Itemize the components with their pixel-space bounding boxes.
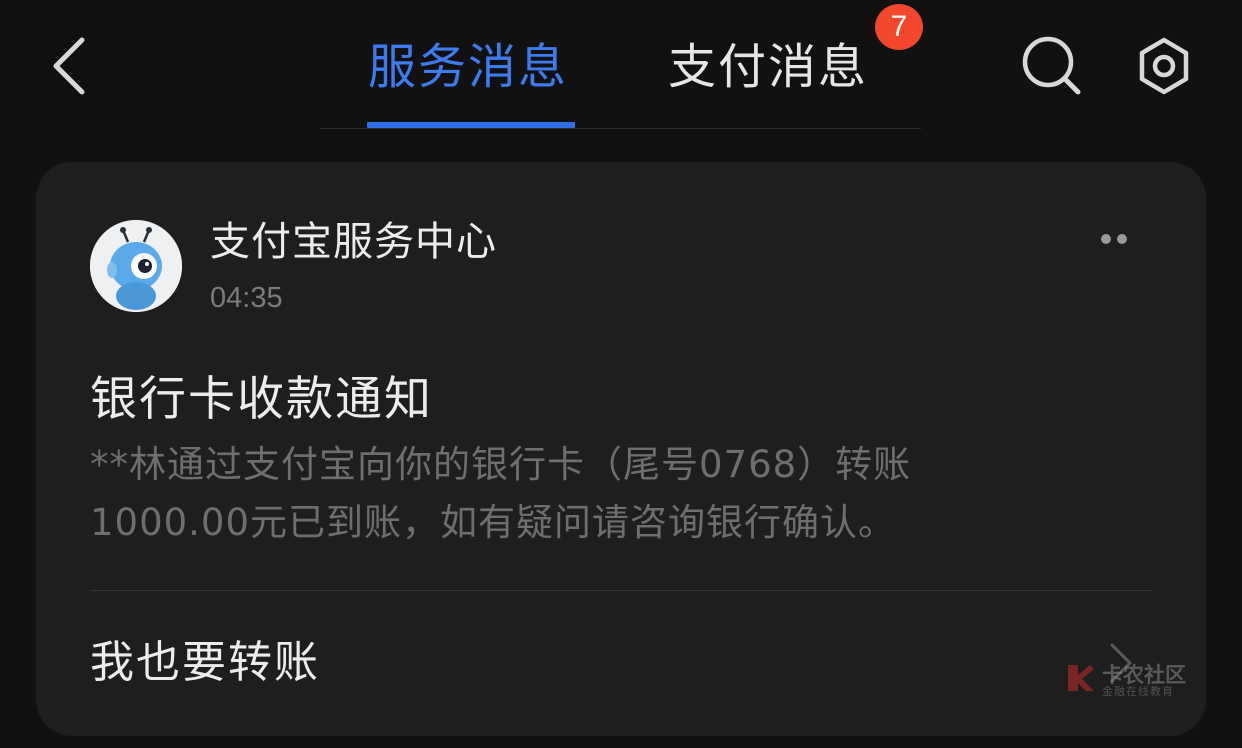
tab-payment-messages[interactable]: 支付消息 <box>668 34 868 104</box>
watermark-logo-icon <box>1068 665 1094 691</box>
sender-avatar <box>90 220 182 312</box>
transfer-action-row[interactable]: 我也要转账 卡农社区 金融在线教育 <box>36 591 1206 736</box>
top-bar: 服务消息 支付消息 7 <box>0 0 1242 140</box>
search-button[interactable] <box>1020 34 1084 98</box>
gear-icon <box>1139 37 1189 95</box>
message-timestamp: 04:35 <box>210 282 283 314</box>
more-options-button[interactable] <box>1094 224 1134 254</box>
tabs-divider <box>320 128 921 129</box>
unread-count-badge: 7 <box>875 4 923 50</box>
watermark-subtitle: 金融在线教育 <box>1102 685 1174 698</box>
back-icon <box>53 37 85 95</box>
settings-button[interactable] <box>1132 34 1196 98</box>
tab-service-messages[interactable]: 服务消息 <box>368 34 568 104</box>
more-dot-icon <box>1101 234 1111 244</box>
message-card[interactable]: 支付宝服务中心 04:35 银行卡收款通知 **林通过支付宝向你的银行卡（尾号0… <box>36 162 1206 736</box>
watermark: 卡农社区 金融在线教育 <box>1066 661 1186 701</box>
back-button[interactable] <box>40 30 100 102</box>
message-body: **林通过支付宝向你的银行卡（尾号0768）转账1000.00元已到账，如有疑问… <box>90 443 912 544</box>
sender-name: 支付宝服务中心 <box>210 219 497 265</box>
message-title: 银行卡收款通知 <box>90 372 433 427</box>
more-dot-icon <box>1117 234 1127 244</box>
search-icon <box>1022 36 1081 95</box>
transfer-action-label: 我也要转账 <box>90 637 320 688</box>
ant-mascot-icon <box>90 220 182 312</box>
